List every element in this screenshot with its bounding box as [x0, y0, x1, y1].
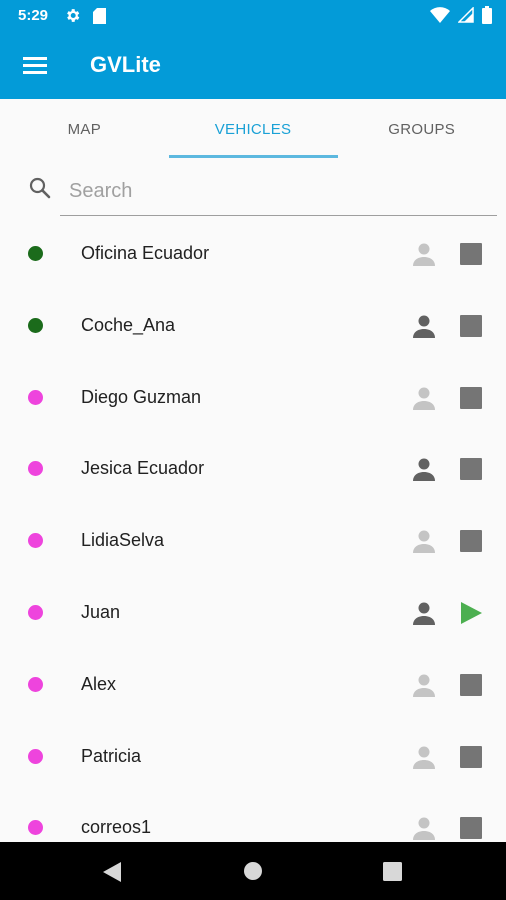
status-dot — [28, 246, 43, 261]
signal-icon — [458, 7, 474, 23]
vehicle-name: Diego Guzman — [81, 386, 202, 407]
person-icon[interactable] — [411, 601, 437, 625]
vehicle-name: Juan — [81, 601, 121, 622]
sd-card-icon — [93, 7, 106, 24]
person-icon[interactable] — [411, 745, 437, 769]
battery-icon — [482, 6, 492, 24]
stop-icon[interactable] — [459, 457, 483, 481]
status-dot — [28, 676, 43, 692]
person-icon[interactable] — [411, 816, 437, 841]
home-icon[interactable] — [243, 861, 263, 881]
person-icon[interactable] — [411, 457, 437, 482]
app-title: GVLite — [90, 52, 161, 77]
list-item[interactable]: correos1 — [0, 792, 506, 842]
back-icon[interactable] — [102, 861, 122, 883]
status-dot — [28, 317, 43, 333]
person-icon[interactable] — [411, 386, 437, 410]
vehicle-name: Jesica Ecuador — [81, 458, 205, 479]
tab-groups[interactable]: GROUPS — [337, 99, 506, 158]
stop-icon[interactable] — [459, 673, 483, 697]
status-dot — [28, 461, 43, 477]
wifi-icon — [430, 7, 450, 23]
search-input[interactable] — [60, 168, 497, 216]
vehicle-name: Coche_Ana — [81, 314, 176, 335]
stop-icon[interactable] — [459, 745, 483, 769]
person-icon[interactable] — [411, 242, 437, 266]
status-right-icons — [430, 6, 492, 24]
stop-icon[interactable] — [459, 242, 483, 266]
list-item[interactable]: LidiaSelva — [0, 505, 506, 577]
status-bar: 5:29 — [0, 0, 506, 32]
vehicle-name: LidiaSelva — [81, 530, 165, 551]
list-item[interactable]: Alex — [0, 649, 506, 721]
stop-icon[interactable] — [459, 816, 483, 840]
list-item[interactable]: Juan — [0, 577, 506, 649]
vehicle-name: Alex — [81, 673, 117, 694]
system-nav-bar — [0, 842, 506, 900]
person-icon[interactable] — [411, 529, 437, 554]
status-dot — [28, 748, 43, 764]
stop-icon[interactable] — [459, 529, 483, 553]
person-icon[interactable] — [411, 314, 437, 338]
vehicle-name: correos1 — [81, 817, 152, 838]
settings-icon — [67, 9, 80, 22]
recents-icon[interactable] — [383, 862, 402, 881]
app-bar: GVLite — [0, 32, 506, 99]
status-dot — [28, 389, 43, 405]
vehicle-name: Patricia — [81, 745, 142, 766]
tab-map[interactable]: MAP — [0, 99, 169, 158]
status-dot — [28, 604, 43, 620]
play-icon[interactable] — [459, 601, 483, 625]
vehicle-name: Oficina Ecuador — [81, 243, 210, 263]
search-icon — [29, 177, 51, 199]
list-item[interactable]: Diego Guzman — [0, 362, 506, 434]
list-item[interactable]: Jesica Ecuador — [0, 433, 506, 505]
tab-vehicles[interactable]: VEHICLES — [169, 99, 338, 158]
hamburger-menu-icon[interactable] — [22, 52, 48, 78]
vehicle-list: Oficina Ecuador Coche_Ana Diego Guzman J… — [0, 218, 506, 842]
tab-bar: MAP VEHICLES GROUPS — [0, 99, 506, 158]
status-left-icons — [64, 7, 106, 24]
status-dot — [28, 820, 43, 836]
search-bar — [0, 160, 506, 218]
tab-indicator — [169, 155, 338, 158]
status-time: 5:29 — [18, 7, 49, 24]
status-dot — [28, 533, 43, 549]
person-icon[interactable] — [411, 673, 437, 697]
list-item[interactable]: Patricia — [0, 721, 506, 793]
stop-icon[interactable] — [459, 314, 483, 338]
list-item[interactable]: Coche_Ana — [0, 290, 506, 362]
list-item[interactable]: Oficina Ecuador — [0, 218, 506, 290]
stop-icon[interactable] — [459, 386, 483, 410]
